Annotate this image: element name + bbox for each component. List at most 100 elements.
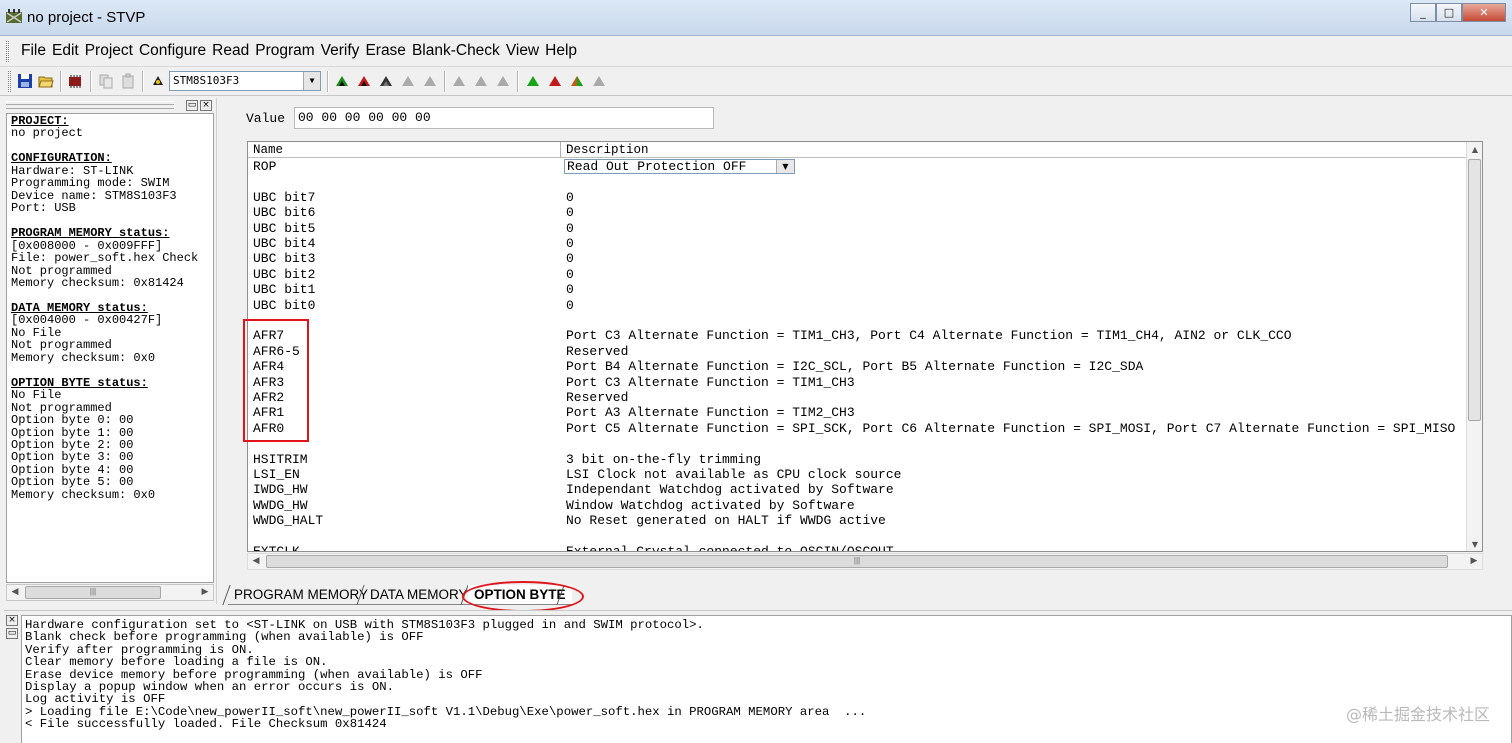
menu-blank-check[interactable]: Blank-Check [409,42,503,60]
row-desc: LSI Clock not available as CPU clock sou… [566,467,902,482]
scroll-left-icon[interactable]: ◀ [7,585,23,600]
table-row[interactable]: UBC bit6 0 [248,205,1468,220]
table-row[interactable]: WWDG_HW Window Watchdog activated by Soft… [248,498,1468,513]
scroll-right-icon[interactable]: ▶ [1466,554,1482,569]
menu-read[interactable]: Read [209,42,252,60]
scroll-thumb[interactable]: ||| [25,586,161,599]
log-restore-button[interactable]: ▭ [6,628,18,639]
table-row-rop[interactable]: ROP Read Out Protection OFF ▼ [248,159,1468,174]
chevron-down-icon[interactable]: ▼ [776,160,794,173]
scroll-right-icon[interactable]: ▶ [197,585,213,600]
save-icon[interactable] [17,73,33,89]
panel-close-icon[interactable]: × [200,100,212,111]
table-row[interactable]: AFR1 Port A3 Alternate Function = TIM2_CH… [248,405,1468,420]
scroll-left-icon[interactable]: ◀ [248,554,264,569]
grid-vertical-scrollbar[interactable]: ▲ ▼ [1466,142,1482,551]
panel-restore-button[interactable]: ▭ [186,100,198,111]
table-row[interactable]: UBC bit5 0 [248,221,1468,236]
table-row[interactable]: UBC bit3 0 [248,251,1468,266]
column-header-description[interactable]: Description [566,143,649,157]
row-name: UBC bit3 [253,251,316,267]
row-desc: 0 [566,220,574,236]
close-button[interactable]: ✕ [1462,3,1506,22]
table-row[interactable]: LSI_EN LSI Clock not available as CPU clo… [248,467,1468,482]
menu-view[interactable]: View [503,42,542,60]
table-row[interactable]: WWDG_HALT No Reset generated on HALT if W… [248,513,1468,528]
row-name: LSI_EN [253,467,300,482]
read-green-icon[interactable] [525,73,541,89]
log-close-icon[interactable]: × [6,615,18,626]
config-line: Programming mode: SWIM [11,176,170,191]
rop-select[interactable]: Read Out Protection OFF ▼ [564,159,795,174]
menu-program[interactable]: Program [252,42,317,60]
scroll-thumb[interactable]: ||| [266,555,1448,568]
left-horizontal-scrollbar[interactable]: ◀ ||| ▶ [6,584,214,601]
chevron-down-icon[interactable]: ▼ [303,72,320,90]
table-row[interactable]: UBC bit4 0 [248,236,1468,251]
table-row[interactable]: IWDG_HW Independant Watchdog activated by… [248,482,1468,497]
column-header-name[interactable]: Name [253,143,283,157]
data-line: Not programmed [11,338,112,353]
menu-edit[interactable]: Edit [49,42,82,60]
scroll-up-icon[interactable]: ▲ [1467,142,1482,158]
blank-check-icon [424,76,436,86]
menu-grip[interactable] [6,41,9,62]
table-row[interactable]: HSITRIM 3 bit on-the-fly trimming [248,452,1468,467]
program-line: File: power_soft.hex Check [11,251,199,266]
table-row[interactable]: UBC bit1 0 [248,282,1468,297]
device-select[interactable]: STM8S103F3 ▼ [169,71,321,91]
scroll-thumb[interactable] [1468,159,1481,421]
row-desc: Port C5 Alternate Function = SPI_SCK, Po… [566,420,1456,436]
toolbar: STM8S103F3 ▼ [0,67,1512,96]
highlight-box-afr [243,319,309,442]
table-row[interactable]: AFR3 Port C3 Alternate Function = TIM1_CH… [248,375,1468,390]
tab-data-memory[interactable]: DATA MEMORY [364,585,474,605]
copy-icon [99,74,113,89]
highlight-ellipse-option-byte [462,581,584,612]
menu-project[interactable]: Project [82,42,136,60]
table-row[interactable]: UBC bit0 0 [248,298,1468,313]
table-row[interactable]: AFR7 Port C3 Alternate Function = TIM1_CH… [248,328,1468,343]
rop-select-value: Read Out Protection OFF [567,159,747,174]
table-row[interactable]: AFR4 Port B4 Alternate Function = I2C_SCL… [248,359,1468,374]
menu-verify[interactable]: Verify [318,42,363,60]
tab-program-memory[interactable]: PROGRAM MEMORY [228,585,375,605]
table-row[interactable]: UBC bit7 0 [248,190,1468,205]
device-select-value: STM8S103F3 [173,74,240,87]
value-input[interactable]: 00 00 00 00 00 00 [294,107,714,129]
row-name: ROP [253,159,277,174]
scroll-down-icon[interactable]: ▼ [1467,537,1482,551]
table-row[interactable]: AFR6-5 Reserved [248,344,1468,359]
minimize-button[interactable]: _ [1410,3,1436,22]
row-desc: External Crystal connected to OSCIN/OSCO… [566,544,894,552]
row-desc: Port A3 Alternate Function = TIM2_CH3 [566,405,855,421]
grid-header: Name Description [248,142,1482,158]
table-row[interactable]: EXTCLK External Crystal connected to OSCI… [248,544,1468,552]
open-folder-icon[interactable] [38,73,54,89]
row-desc: Port B4 Alternate Function = I2C_SCL, Po… [566,359,1144,375]
menu-configure[interactable]: Configure [136,42,209,60]
chip-program-icon[interactable] [67,73,83,89]
verify-current-icon[interactable] [378,73,394,89]
row-desc: 0 [566,236,574,251]
row-desc: Independant Watchdog activated by Softwa… [566,482,894,498]
grid-horizontal-scrollbar[interactable]: ◀ ||| ▶ [247,553,1483,570]
row-desc: Port C3 Alternate Function = TIM1_CH3 [566,374,855,390]
menu-file[interactable]: File [18,42,49,60]
program-red-icon[interactable] [547,73,563,89]
program-current-icon[interactable] [356,73,372,89]
toolbar-grip[interactable] [8,71,11,92]
menu-help[interactable]: Help [542,42,580,60]
row-name: HSITRIM [253,451,308,467]
verify-mixed-icon[interactable] [569,73,585,89]
maximize-button[interactable]: □ [1436,3,1462,22]
device-chip-icon[interactable] [150,73,166,89]
table-row[interactable]: AFR2 Reserved [248,390,1468,405]
table-row[interactable]: AFR0 Port C5 Alternate Function = SPI_SCK… [248,421,1468,436]
option-line: Option byte 0: 00 [11,413,134,428]
read-all-icon [453,76,465,86]
table-row[interactable]: UBC bit2 0 [248,267,1468,282]
read-current-icon[interactable] [334,73,350,89]
menu-erase[interactable]: Erase [362,42,409,60]
config-line: Port: USB [11,201,76,216]
